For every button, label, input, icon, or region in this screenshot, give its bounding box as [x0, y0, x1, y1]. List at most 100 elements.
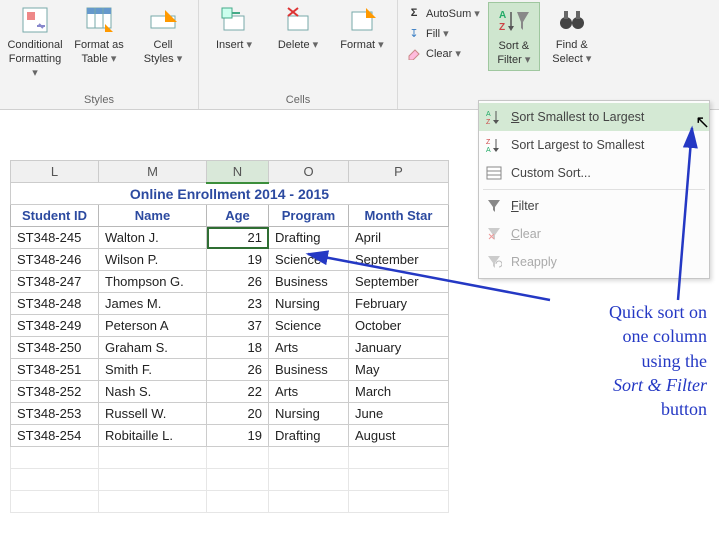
table-row[interactable]: ST348-253Russell W.20NursingJune — [11, 403, 449, 425]
table-header[interactable]: Program — [269, 205, 349, 227]
cell[interactable]: Business — [269, 359, 349, 381]
table-row[interactable]: ST348-247Thompson G.26BusinessSeptember — [11, 271, 449, 293]
table-header[interactable]: Name — [99, 205, 207, 227]
cell-empty[interactable] — [11, 447, 99, 469]
cell[interactable]: Thompson G. — [99, 271, 207, 293]
cell[interactable]: Graham S. — [99, 337, 207, 359]
cell[interactable]: September — [349, 271, 449, 293]
autosum-button[interactable]: Σ AutoSum — [404, 4, 482, 22]
cell[interactable]: May — [349, 359, 449, 381]
column-header-N[interactable]: N — [207, 161, 269, 183]
cell[interactable]: Nash S. — [99, 381, 207, 403]
cell[interactable]: Smith F. — [99, 359, 207, 381]
cell-empty[interactable] — [349, 491, 449, 513]
find-select-button[interactable]: Find &Select — [546, 2, 598, 69]
cell-empty[interactable] — [207, 491, 269, 513]
cell[interactable]: Russell W. — [99, 403, 207, 425]
sort-filter-button[interactable]: AZ Sort &Filter — [488, 2, 540, 71]
column-header-P[interactable]: P — [349, 161, 449, 183]
table-row[interactable]: ST348-246Wilson P.19ScienceSeptember — [11, 249, 449, 271]
cell-empty[interactable] — [269, 469, 349, 491]
cell[interactable]: Arts — [269, 381, 349, 403]
cell[interactable]: June — [349, 403, 449, 425]
cell[interactable]: 23 — [207, 293, 269, 315]
menu-filter[interactable]: Filter — [479, 192, 709, 220]
cell[interactable]: January — [349, 337, 449, 359]
cell[interactable]: Peterson A — [99, 315, 207, 337]
cell[interactable]: Business — [269, 271, 349, 293]
cell[interactable]: ST348-247 — [11, 271, 99, 293]
table-row[interactable]: ST348-254Robitaille L.19DraftingAugust — [11, 425, 449, 447]
cell[interactable]: Drafting — [269, 227, 349, 249]
cell-empty[interactable] — [99, 469, 207, 491]
cell[interactable]: Nursing — [269, 403, 349, 425]
cell[interactable]: 26 — [207, 359, 269, 381]
cell[interactable]: March — [349, 381, 449, 403]
cell[interactable]: 20 — [207, 403, 269, 425]
cell[interactable]: 37 — [207, 315, 269, 337]
cell[interactable]: ST348-245 — [11, 227, 99, 249]
table-row[interactable]: ST348-248James M.23NursingFebruary — [11, 293, 449, 315]
cell-empty[interactable] — [207, 469, 269, 491]
cell[interactable]: Drafting — [269, 425, 349, 447]
cell[interactable]: 22 — [207, 381, 269, 403]
cell[interactable]: Science — [269, 315, 349, 337]
cell[interactable]: 21 — [207, 227, 269, 249]
table-row[interactable]: ST348-250Graham S.18ArtsJanuary — [11, 337, 449, 359]
format-as-table-button[interactable]: Format asTable — [70, 2, 128, 69]
cell[interactable]: ST348-253 — [11, 403, 99, 425]
cell[interactable]: James M. — [99, 293, 207, 315]
cell-empty[interactable] — [99, 447, 207, 469]
cell[interactable]: February — [349, 293, 449, 315]
clear-button[interactable]: Clear — [404, 44, 482, 62]
table-row[interactable]: ST348-249Peterson A37ScienceOctober — [11, 315, 449, 337]
cell[interactable]: ST348-246 — [11, 249, 99, 271]
cell[interactable]: ST348-250 — [11, 337, 99, 359]
cell[interactable]: Robitaille L. — [99, 425, 207, 447]
table-row[interactable]: ST348-251Smith F.26BusinessMay — [11, 359, 449, 381]
cell[interactable]: ST348-249 — [11, 315, 99, 337]
cell[interactable]: 19 — [207, 249, 269, 271]
cell[interactable]: 26 — [207, 271, 269, 293]
table-row[interactable]: ST348-245Walton J.21DraftingApril — [11, 227, 449, 249]
menu-sort-desc[interactable]: ZA Sort Largest to Smallest — [479, 131, 709, 159]
cell[interactable]: 18 — [207, 337, 269, 359]
conditional-formatting-button[interactable]: ConditionalFormatting — [6, 2, 64, 82]
cell[interactable]: Wilson P. — [99, 249, 207, 271]
cell[interactable]: Arts — [269, 337, 349, 359]
cell[interactable]: September — [349, 249, 449, 271]
cell[interactable]: ST348-252 — [11, 381, 99, 403]
fill-button[interactable]: ↧ Fill — [404, 24, 482, 42]
cell-empty[interactable] — [11, 469, 99, 491]
cell[interactable]: Nursing — [269, 293, 349, 315]
spreadsheet[interactable]: LMNOPOnline Enrollment 2014 - 2015Studen… — [10, 160, 449, 513]
cell-empty[interactable] — [349, 447, 449, 469]
cell[interactable]: August — [349, 425, 449, 447]
cell-empty[interactable] — [269, 447, 349, 469]
cell-empty[interactable] — [269, 491, 349, 513]
column-header-L[interactable]: L — [11, 161, 99, 183]
menu-custom-sort[interactable]: Custom Sort... — [479, 159, 709, 187]
column-header-O[interactable]: O — [269, 161, 349, 183]
cell-empty[interactable] — [99, 491, 207, 513]
format-button[interactable]: Format — [333, 2, 391, 55]
cell[interactable]: ST348-248 — [11, 293, 99, 315]
cell-empty[interactable] — [349, 469, 449, 491]
cell[interactable]: 19 — [207, 425, 269, 447]
table-header[interactable]: Student ID — [11, 205, 99, 227]
cell-styles-button[interactable]: CellStyles — [134, 2, 192, 69]
menu-sort-asc[interactable]: AZ Sort Smallest to Largest — [479, 103, 709, 131]
table-header[interactable]: Age — [207, 205, 269, 227]
insert-button[interactable]: Insert — [205, 2, 263, 55]
cell[interactable]: Science — [269, 249, 349, 271]
cell[interactable]: ST348-251 — [11, 359, 99, 381]
delete-button[interactable]: Delete — [269, 2, 327, 55]
table-header[interactable]: Month Star — [349, 205, 449, 227]
cell[interactable]: Walton J. — [99, 227, 207, 249]
cell[interactable]: ST348-254 — [11, 425, 99, 447]
cell-empty[interactable] — [11, 491, 99, 513]
cell-empty[interactable] — [207, 447, 269, 469]
table-row[interactable]: ST348-252Nash S.22ArtsMarch — [11, 381, 449, 403]
cell[interactable]: October — [349, 315, 449, 337]
column-header-M[interactable]: M — [99, 161, 207, 183]
